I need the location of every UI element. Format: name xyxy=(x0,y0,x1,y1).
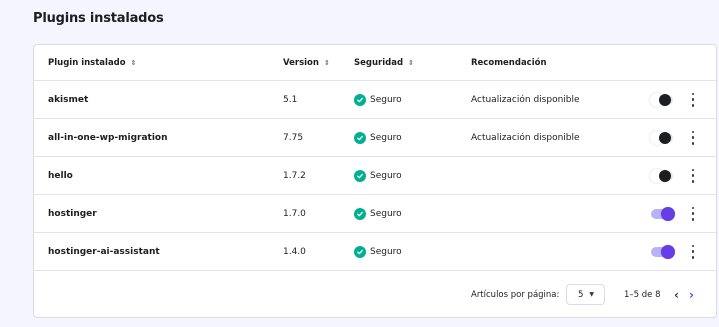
plugin-name: hello xyxy=(48,170,73,181)
table-header: Plugin instalado ⇕ Version ⇕ Seguridad ⇕… xyxy=(34,45,716,81)
column-header-version-label: Version xyxy=(283,57,319,68)
plugin-version: 1.7.2 xyxy=(283,170,306,181)
chevron-down-icon: ▼ xyxy=(589,291,595,298)
check-circle-icon xyxy=(354,93,366,106)
more-options-icon[interactable] xyxy=(688,206,698,221)
page-title: Plugins instalados xyxy=(33,11,164,26)
plugin-name: hostinger-ai-assistant xyxy=(48,246,160,257)
check-circle-icon xyxy=(354,131,366,144)
toggle-knob xyxy=(659,169,671,182)
plugin-name: hostinger xyxy=(48,208,97,219)
toggle-knob xyxy=(661,244,675,259)
per-page-value: 5 xyxy=(578,289,584,300)
table-row: hostinger-ai-assistant 1.4.0 Seguro xyxy=(34,233,716,271)
plugin-version: 5.1 xyxy=(283,94,298,105)
column-header-recommendation: Recomendación xyxy=(471,45,547,80)
toggle-knob xyxy=(661,206,675,221)
per-page-select[interactable]: 5 ▼ xyxy=(566,284,605,305)
security-label: Seguro xyxy=(370,170,402,181)
security-status: Seguro xyxy=(354,233,402,270)
plugin-enable-toggle[interactable] xyxy=(650,92,673,107)
security-label: Seguro xyxy=(370,94,402,105)
column-header-plugin[interactable]: Plugin instalado ⇕ xyxy=(48,45,136,80)
plugin-enable-toggle[interactable] xyxy=(650,168,673,183)
pagination-range: 1–5 de 8 xyxy=(624,290,661,300)
next-page-button[interactable]: › xyxy=(689,271,694,317)
per-page-label: Artículos por página: xyxy=(471,290,560,300)
more-options-icon[interactable] xyxy=(688,244,698,259)
plugin-version: 1.4.0 xyxy=(283,246,306,257)
column-header-security[interactable]: Seguridad ⇕ xyxy=(354,45,414,80)
previous-page-button[interactable]: ‹ xyxy=(674,271,679,317)
check-circle-icon xyxy=(354,169,366,182)
table-row: hello 1.7.2 Seguro xyxy=(34,157,716,195)
pagination-bar: Artículos por página: 5 ▼ 1–5 de 8 ‹ › xyxy=(34,271,716,317)
plugins-table: Plugin instalado ⇕ Version ⇕ Seguridad ⇕… xyxy=(33,44,717,318)
security-status: Seguro xyxy=(354,195,402,232)
security-status: Seguro xyxy=(354,157,402,194)
toggle-knob xyxy=(659,93,671,106)
sort-icon[interactable]: ⇕ xyxy=(408,59,414,67)
more-options-icon[interactable] xyxy=(688,130,698,145)
security-label: Seguro xyxy=(370,132,402,143)
security-status: Seguro xyxy=(354,81,402,118)
toggle-knob xyxy=(659,131,671,144)
column-header-plugin-label: Plugin instalado xyxy=(48,57,126,68)
recommendation: Actualización disponible xyxy=(471,132,580,143)
plugin-enable-toggle[interactable] xyxy=(651,244,675,259)
column-header-version[interactable]: Version ⇕ xyxy=(283,45,330,80)
table-row: akismet 5.1 Seguro Actualización disponible xyxy=(34,81,716,119)
table-row: hostinger 1.7.0 Seguro xyxy=(34,195,716,233)
more-options-icon[interactable] xyxy=(688,92,698,107)
recommendation: Actualización disponible xyxy=(471,94,580,105)
column-header-security-label: Seguridad xyxy=(354,57,404,68)
table-row: all-in-one-wp-migration 7.75 Seguro Actuali… xyxy=(34,119,716,157)
plugin-name: akismet xyxy=(48,94,89,105)
security-status: Seguro xyxy=(354,119,402,156)
check-circle-icon xyxy=(354,207,366,220)
more-options-icon[interactable] xyxy=(688,168,698,183)
sort-icon[interactable]: ⇕ xyxy=(131,59,137,67)
check-circle-icon xyxy=(354,245,366,258)
plugin-enable-toggle[interactable] xyxy=(651,206,675,221)
security-label: Seguro xyxy=(370,246,402,257)
plugin-version: 1.7.0 xyxy=(283,208,306,219)
column-header-recommendation-label: Recomendación xyxy=(471,57,547,68)
plugin-version: 7.75 xyxy=(283,132,304,143)
sort-icon[interactable]: ⇕ xyxy=(324,59,330,67)
plugin-name: all-in-one-wp-migration xyxy=(48,132,168,143)
security-label: Seguro xyxy=(370,208,402,219)
plugin-enable-toggle[interactable] xyxy=(650,130,673,145)
